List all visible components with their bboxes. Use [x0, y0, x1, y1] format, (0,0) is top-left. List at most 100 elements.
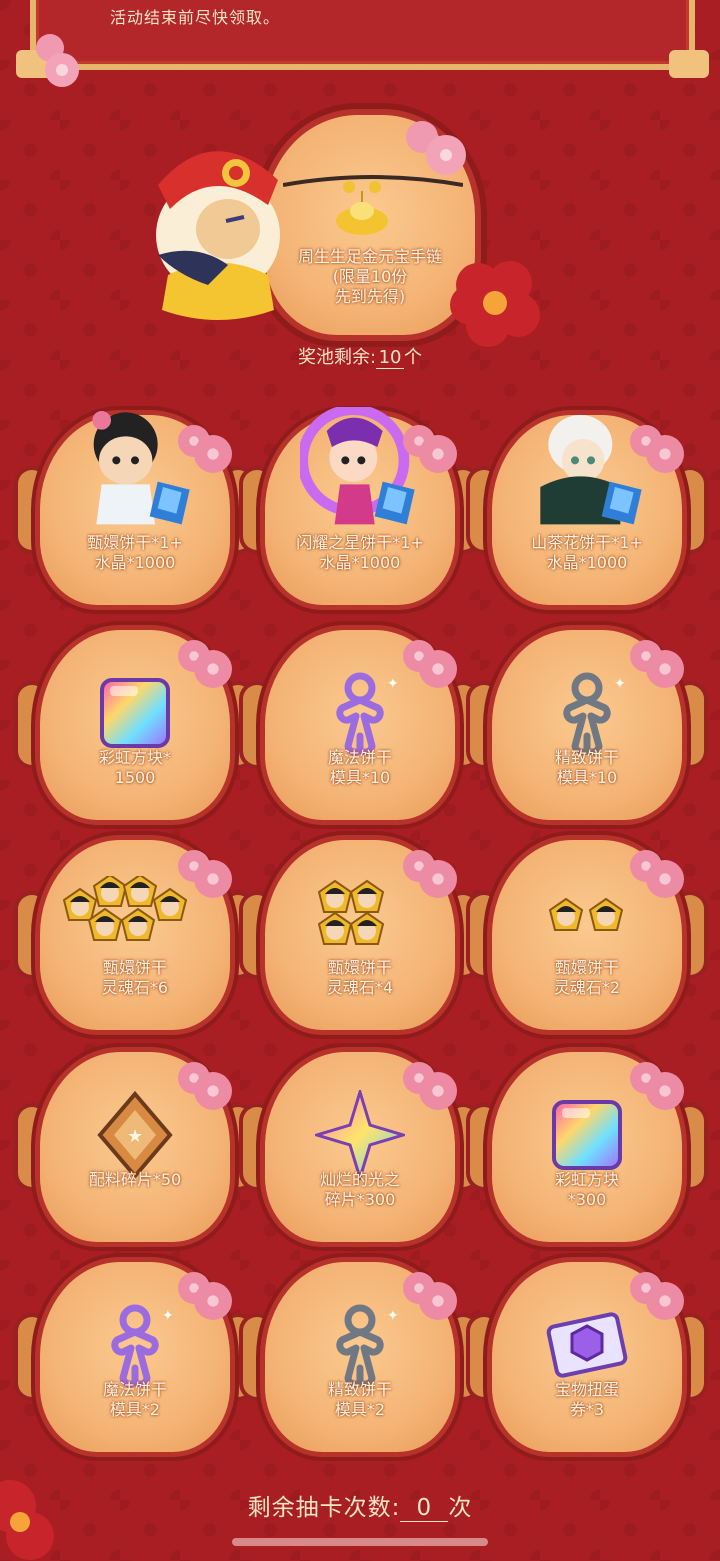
radiant-shard-icon — [311, 1086, 409, 1184]
prize-label-line1: 配料碎片*50 — [88, 1170, 182, 1189]
prize-label-line2: 模具*2 — [109, 1400, 161, 1419]
notice-banner: 活动结束前尽快领取。 — [16, 0, 709, 78]
prize-tile[interactable]: 灿烂的光之 碎片*300 — [243, 1052, 477, 1242]
prize-label-line1: 甄嬛饼干*1+ — [87, 533, 183, 552]
blossom-icon — [178, 1056, 232, 1110]
prize-label: 精致饼干 模具*2 — [265, 1380, 455, 1420]
prize-label-line1: 甄嬛饼干 — [102, 958, 167, 977]
prize-tile[interactable]: ✦ 魔法饼干 模具*2 — [18, 1262, 252, 1452]
svg-text:✦: ✦ — [162, 1308, 174, 1324]
prize-label-line1: 宝物扭蛋 — [554, 1380, 619, 1399]
prize-label-line2: 碎片*300 — [324, 1190, 396, 1209]
prize-tile[interactable]: 闪耀之星饼干*1+ 水晶*1000 — [243, 404, 477, 605]
draws-prefix: 剩余抽卡次数: — [247, 1495, 401, 1521]
blossom-icon — [630, 634, 684, 688]
treasure-ticket-icon — [542, 1300, 632, 1390]
blossom-icon — [403, 419, 457, 473]
pool-prefix: 奖池剩余: — [297, 347, 377, 368]
prize-label-line2: 模具*10 — [556, 768, 618, 787]
blossom-icon — [630, 419, 684, 473]
blossom-icon — [403, 1056, 457, 1110]
prize-label-line2: 灵魂石*4 — [326, 978, 394, 997]
prize-tile[interactable]: 甄嬛饼干 灵魂石*4 — [243, 840, 477, 1030]
prize-tile[interactable]: ✦ 精致饼干 模具*10 — [470, 630, 704, 820]
draws-suffix: 次 — [448, 1495, 473, 1521]
prize-label-line1: 甄嬛饼干 — [554, 958, 619, 977]
prize-label-line2: 1500 — [114, 768, 156, 787]
prize-label-line1: 山茶花饼干*1+ — [531, 533, 643, 552]
prize-label-line2: *300 — [567, 1190, 607, 1209]
prize-label-line2: 券*3 — [569, 1400, 605, 1419]
prize-tile[interactable]: 宝物扭蛋 券*3 — [470, 1262, 704, 1452]
prize-label: 山茶花饼干*1+ 水晶*1000 — [492, 533, 682, 573]
prize-tile[interactable]: 山茶花饼干*1+ 水晶*1000 — [470, 415, 704, 605]
red-flower-icon — [0, 1480, 54, 1560]
prize-label-line2: 模具*2 — [334, 1400, 386, 1419]
blossom-icon — [403, 634, 457, 688]
notice-text: 活动结束前尽快领取。 — [110, 8, 281, 27]
svg-text:✦: ✦ — [387, 1308, 399, 1324]
magic-cookie-cutter-icon: ✦ — [315, 668, 405, 758]
prize-tile[interactable]: 彩虹方块 *300 — [470, 1052, 704, 1242]
prize-tile[interactable]: 甄嬛饼干*1+ 水晶*1000 — [18, 411, 252, 605]
prize-tile[interactable]: ★ 配料碎片*50 — [18, 1052, 252, 1242]
rainbow-cube-icon — [90, 668, 180, 758]
blossom-icon — [406, 121, 466, 175]
prize-label-line2: 模具*10 — [329, 768, 391, 787]
prize-label-line2: 水晶*1000 — [546, 553, 628, 572]
red-flower-icon — [450, 261, 540, 347]
blossom-icon — [178, 634, 232, 688]
zhenhuan-cookie-icon — [75, 407, 195, 527]
pool-suffix: 个 — [404, 347, 423, 368]
blossom-icon — [178, 419, 232, 473]
prize-label: 配料碎片*50 — [40, 1170, 230, 1190]
blossom-icon — [178, 844, 232, 898]
prize-label: 精致饼干 模具*10 — [492, 748, 682, 788]
prize-label: 魔法饼干 模具*2 — [40, 1380, 230, 1420]
fine-cookie-cutter-icon: ✦ — [315, 1300, 405, 1390]
prize-label: 宝物扭蛋 券*3 — [492, 1380, 682, 1420]
rainbow-cube-icon — [542, 1090, 632, 1180]
prize-label-line2: 水晶*1000 — [319, 553, 401, 572]
prize-tile[interactable]: 甄嬛饼干 灵魂石*6 — [18, 840, 252, 1030]
svg-text:✦: ✦ — [387, 676, 399, 692]
blossom-icon — [403, 844, 457, 898]
prize-label: 魔法饼干 模具*10 — [265, 748, 455, 788]
prize-label-line2: 灵魂石*2 — [553, 978, 621, 997]
prize-label: 彩虹方块 *300 — [492, 1170, 682, 1210]
prize-label: 闪耀之星饼干*1+ 水晶*1000 — [265, 533, 455, 573]
topping-shard-icon: ★ — [90, 1090, 180, 1180]
prize-label-line1: 彩虹方块 — [554, 1170, 619, 1189]
prize-label-line1: 精致饼干 — [554, 748, 619, 767]
prize-label: 灿烂的光之 碎片*300 — [265, 1170, 455, 1210]
prize-label: 彩虹方块* 1500 — [40, 748, 230, 788]
svg-text:✦: ✦ — [614, 676, 626, 692]
shining-star-cookie-icon — [297, 404, 420, 527]
blossom-icon — [630, 844, 684, 898]
prize-label-line2: 灵魂石*6 — [101, 978, 169, 997]
blossom-icon — [630, 1056, 684, 1110]
prize-label-line1: 魔法饼干 — [327, 748, 392, 767]
blossom-icon — [403, 1266, 457, 1320]
prize-label-line1: 闪耀之星饼干*1+ — [296, 533, 424, 552]
prize-tile[interactable]: ✦ 精致饼干 模具*2 — [243, 1262, 477, 1452]
camellia-cookie-icon — [527, 407, 647, 527]
fine-cookie-cutter-icon: ✦ — [542, 668, 632, 758]
draws-count: 0 — [400, 1495, 449, 1522]
blossom-icon — [178, 1266, 232, 1320]
pool-remaining: 奖池剩余: 10 个 — [0, 343, 720, 369]
blossom-icon — [630, 1266, 684, 1320]
prize-label-line1: 精致饼干 — [327, 1380, 392, 1399]
magic-cookie-cutter-icon: ✦ — [90, 1300, 180, 1390]
banner-cap-right — [669, 50, 709, 78]
svg-text:★: ★ — [127, 1126, 143, 1147]
prize-label: 甄嬛饼干 灵魂石*2 — [492, 958, 682, 998]
prize-tile[interactable]: ✦ 魔法饼干 模具*10 — [243, 630, 477, 820]
prize-tile[interactable]: 甄嬛饼干 灵魂石*2 — [470, 840, 704, 1030]
home-indicator[interactable] — [232, 1538, 488, 1546]
pool-count: 10 — [376, 347, 405, 369]
prize-label-line1: 灿烂的光之 — [319, 1170, 400, 1189]
prize-tile[interactable]: 彩虹方块* 1500 — [18, 630, 252, 820]
prize-label-line1: 魔法饼干 — [102, 1380, 167, 1399]
prize-label: 甄嬛饼干 灵魂石*4 — [265, 958, 455, 998]
